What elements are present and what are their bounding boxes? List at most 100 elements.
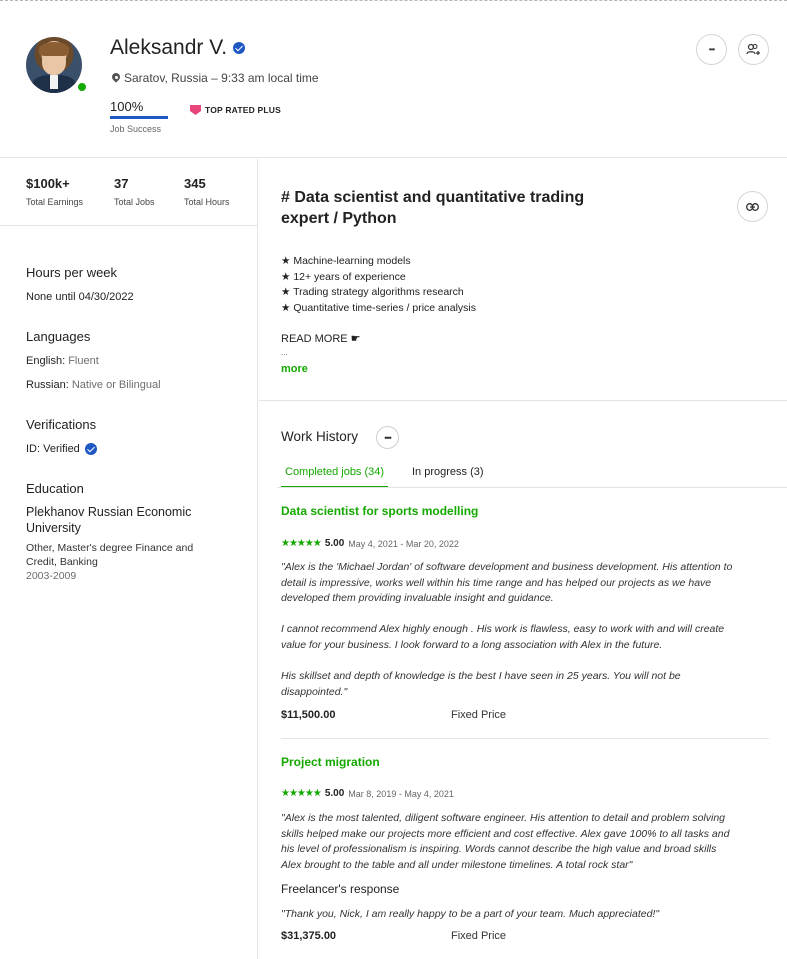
invite-button[interactable] xyxy=(738,34,769,65)
education-years: 2003-2009 xyxy=(26,570,77,582)
hours-per-week-value: None until 04/30/2022 xyxy=(26,291,134,303)
feedback-line: disappointed." xyxy=(281,685,348,698)
language-item-english: English: Fluent xyxy=(26,355,99,367)
client-feedback: "Alex is the 'Michael Jordan' of softwar… xyxy=(281,560,771,700)
feedback-line: skills helped make our projects more eff… xyxy=(281,827,730,840)
job-dates: May 4, 2021 - Mar 20, 2022 xyxy=(348,538,459,549)
online-status-dot xyxy=(76,81,88,93)
top-rated-badge-icon xyxy=(190,105,201,115)
tab-completed-jobs[interactable]: Completed jobs (34) xyxy=(281,466,389,488)
add-user-icon xyxy=(746,43,760,55)
language-name: English: xyxy=(26,355,66,367)
work-history-heading: Work History xyxy=(281,429,359,444)
language-level: Fluent xyxy=(68,355,99,367)
feedback-spacer xyxy=(281,654,771,670)
work-history-options-button[interactable]: ••• xyxy=(376,426,399,449)
feedback-line: "Alex is the 'Michael Jordan' of softwar… xyxy=(281,561,733,573)
profile-sidebar: $100k+ Total Earnings 37 Total Jobs 345 … xyxy=(0,159,258,959)
avatar-hair xyxy=(39,42,69,56)
feedback-line: detail is impressive, works well within … xyxy=(281,576,712,589)
avatar-collar xyxy=(50,75,58,89)
top-rated-plus-badge: TOP RATED PLUS xyxy=(190,105,281,115)
profile-location-row: Saratov, Russia – 9:33 am local time xyxy=(112,71,319,85)
overview-bullets: ★ Machine-learning models ★ 12+ years of… xyxy=(281,254,476,316)
job-amount: $11,500.00 xyxy=(281,709,336,721)
feedback-spacer xyxy=(281,607,771,623)
stat-total-jobs: 37 Total Jobs xyxy=(114,176,155,207)
stat-value: 37 xyxy=(114,176,129,191)
stat-label: Total Earnings xyxy=(26,197,84,207)
copy-link-button[interactable] xyxy=(737,191,768,222)
hours-per-week-heading: Hours per week xyxy=(26,265,118,280)
id-verified-row: ID: Verified xyxy=(26,443,97,455)
profile-title: # Data scientist and quantitative tradin… xyxy=(281,189,585,227)
stat-value: 345 xyxy=(184,176,206,191)
list-item: ★ Machine-learning models xyxy=(281,255,411,267)
verified-check-icon xyxy=(84,443,97,455)
education-school: Plekhanov Russian Economic University xyxy=(26,505,192,535)
job-price-type: Fixed Price xyxy=(451,930,507,942)
feedback-line: developed them providing invaluable insi… xyxy=(281,592,554,605)
stats-row: $100k+ Total Earnings 37 Total Jobs 345 … xyxy=(0,159,258,226)
tab-in-progress[interactable]: In progress (3) xyxy=(412,466,484,478)
profile-main: # Data scientist and quantitative tradin… xyxy=(259,159,787,959)
avatar[interactable] xyxy=(26,37,82,93)
location-pin-icon xyxy=(112,73,120,83)
education-degree: Other, Master's degree Finance and Credi… xyxy=(26,542,194,568)
feedback-line: I cannot recommend Alex highly enough . … xyxy=(281,623,725,636)
client-feedback: "Alex is the most talented, diligent sof… xyxy=(281,811,771,873)
freelancer-response-heading: Freelancer's response xyxy=(281,882,400,896)
tabs-divider xyxy=(277,487,787,488)
job-success-label: Job Success xyxy=(110,124,162,134)
feedback-line: Alex brought to the table and all under … xyxy=(281,858,633,871)
job-amount: $31,375.00 xyxy=(281,930,337,942)
feedback-line: "Alex is the most talented, diligent sof… xyxy=(281,812,726,824)
language-level: Native or Bilingual xyxy=(71,379,161,391)
job-rating: ★★★★★ 5.00 May 4, 2021 - Mar 20, 2022 xyxy=(281,538,459,549)
verified-badge-icon xyxy=(233,42,246,54)
job-title-link[interactable]: Project migration xyxy=(281,755,380,769)
languages-heading: Languages xyxy=(26,329,91,344)
job-success-percent: 100% xyxy=(110,99,144,114)
stat-total-hours: 345 Total Hours xyxy=(184,176,230,207)
profile-location: Saratov, Russia – 9:33 am local time xyxy=(124,71,319,85)
profile-name: Aleksandr V. xyxy=(110,36,228,59)
id-verified-label: ID: Verified xyxy=(26,443,80,455)
more-horizontal-icon: ••• xyxy=(708,45,715,54)
job-title-link[interactable]: Data scientist for sports modelling xyxy=(281,504,478,518)
more-options-button[interactable]: ••• xyxy=(696,34,727,65)
job-divider xyxy=(281,738,769,739)
rating-score: 5.00 xyxy=(324,788,345,799)
stat-total-earnings: $100k+ Total Earnings xyxy=(26,176,83,207)
top-rated-label: TOP RATED PLUS xyxy=(205,105,282,115)
education-heading: Education xyxy=(26,481,84,496)
more-link[interactable]: more xyxy=(281,363,308,375)
rating-score: 5.00 xyxy=(324,538,345,549)
list-item: ★ Trading strategy algorithms research xyxy=(281,286,464,298)
feedback-line: His skillset and depth of knowledge is t… xyxy=(281,670,681,683)
tab-label: In progress (3) xyxy=(412,466,484,478)
job-success-bar xyxy=(110,116,168,119)
more-horizontal-icon: ••• xyxy=(384,432,392,443)
feedback-line: value for your business. I look forward … xyxy=(281,638,663,651)
profile-name-row: Aleksandr V. xyxy=(110,36,246,60)
list-item: ★ 12+ years of experience xyxy=(281,270,406,283)
section-divider xyxy=(259,400,787,401)
rating-stars-icon: ★★★★★ xyxy=(281,538,322,549)
job-success-score: 100% Job Success xyxy=(110,99,168,134)
stat-label: Total Jobs xyxy=(114,197,155,207)
tab-label: Completed jobs (34) xyxy=(285,466,385,478)
stat-label: Total Hours xyxy=(184,197,230,207)
feedback-line: his level of professionalism is inspirin… xyxy=(281,843,717,856)
freelancer-response: "Thank you, Nick, I am really happy to b… xyxy=(281,908,660,920)
stat-value: $100k+ xyxy=(26,176,70,191)
read-more-text: READ MORE ☛ xyxy=(281,333,361,345)
rating-stars-icon: ★★★★★ xyxy=(281,788,322,799)
job-dates: Mar 8, 2019 - May 4, 2021 xyxy=(348,788,454,799)
link-icon xyxy=(746,202,759,211)
language-name: Russian: xyxy=(26,379,69,391)
overview-ellipsis: ... xyxy=(281,348,288,357)
job-price-type: Fixed Price xyxy=(451,709,507,721)
verifications-heading: Verifications xyxy=(26,417,97,432)
profile-header: Aleksandr V. Saratov, Russia – 9:33 am l… xyxy=(0,1,787,158)
